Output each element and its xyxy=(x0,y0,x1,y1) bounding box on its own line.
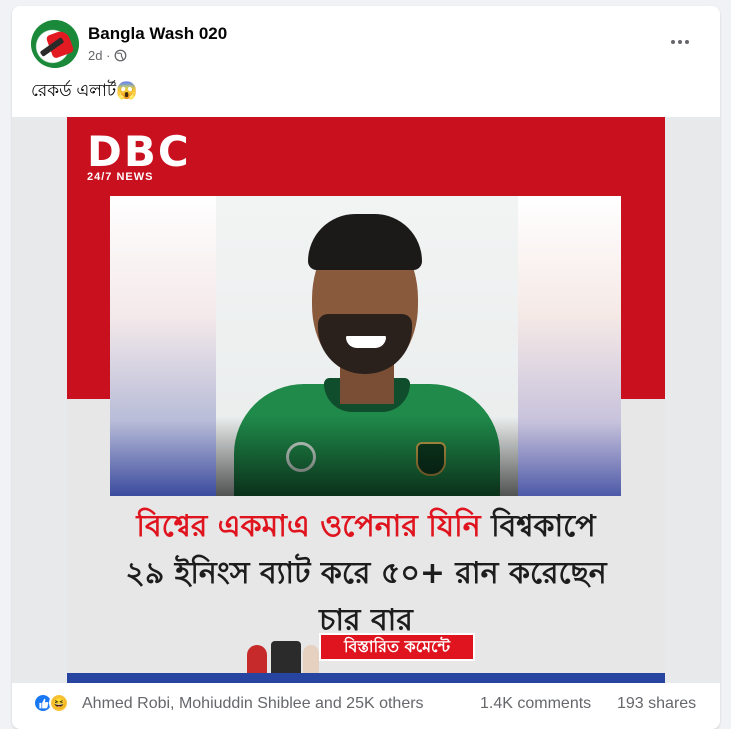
headline-line-1-rest: বিশ্বকাপে xyxy=(480,509,596,544)
page-name-link[interactable]: Bangla Wash 020 xyxy=(88,24,227,44)
poster-bottom-strip xyxy=(67,673,665,683)
blurred-side-left xyxy=(110,196,220,496)
post-text: রেকর্ড এলার্ট😱 xyxy=(31,81,138,100)
post-header: Bangla Wash 020 2d · xyxy=(12,6,720,76)
thumbs-up-icon xyxy=(38,698,48,708)
player-smile xyxy=(346,336,386,348)
player-hair xyxy=(308,214,422,270)
headline-line-2: ২৯ ইনিংস ব্যাট করে ৫০+ রান করেছেন xyxy=(125,556,607,591)
more-options-icon[interactable] xyxy=(662,32,698,52)
dbc-news-logo: DBC 24/7 NEWS xyxy=(87,131,207,187)
page-avatar[interactable] xyxy=(31,20,79,68)
logo-main-text: DBC xyxy=(87,127,191,176)
globe-icon xyxy=(114,49,127,62)
post-footer: 😆 Ahmed Robi, Mohiuddin Shiblee and 25K … xyxy=(12,683,720,729)
post-image[interactable]: DBC 24/7 NEWS বিশ্বের একমাএ ওপেনার যিনি … xyxy=(12,117,720,683)
shares-count[interactable]: 193 shares xyxy=(617,695,696,713)
blurred-side-right xyxy=(517,196,621,496)
headline-line-1: বিশ্বের একমাএ ওপেনার যিনি বিশ্বকাপে xyxy=(67,503,665,550)
news-poster: DBC 24/7 NEWS বিশ্বের একমাএ ওপেনার যিনি … xyxy=(67,117,665,683)
post-time[interactable]: 2d · xyxy=(88,48,110,63)
player-photo xyxy=(216,196,518,496)
comments-count[interactable]: 1.4K comments xyxy=(480,695,591,713)
more-dot xyxy=(671,40,675,44)
post-meta: 2d · xyxy=(88,48,127,63)
poster-headline: বিশ্বের একমাএ ওপেনার যিনি বিশ্বকাপে ২৯ ই… xyxy=(67,503,665,644)
haha-reaction-icon: 😆 xyxy=(49,693,69,713)
reaction-names[interactable]: Ahmed Robi, Mohiuddin Shiblee and 25K ot… xyxy=(82,695,424,713)
post-card: Bangla Wash 020 2d · রেকর্ড এলার্ট😱 DBC … xyxy=(12,6,720,729)
details-in-comments-banner: বিস্তারিত কমেন্টে xyxy=(319,633,475,661)
more-dot xyxy=(685,40,689,44)
reaction-icons[interactable]: 😆 xyxy=(33,693,69,713)
more-dot xyxy=(678,40,682,44)
photo-shade xyxy=(216,416,518,496)
headline-highlight: বিশ্বের একমাএ ওপেনার যিনি xyxy=(136,509,481,544)
